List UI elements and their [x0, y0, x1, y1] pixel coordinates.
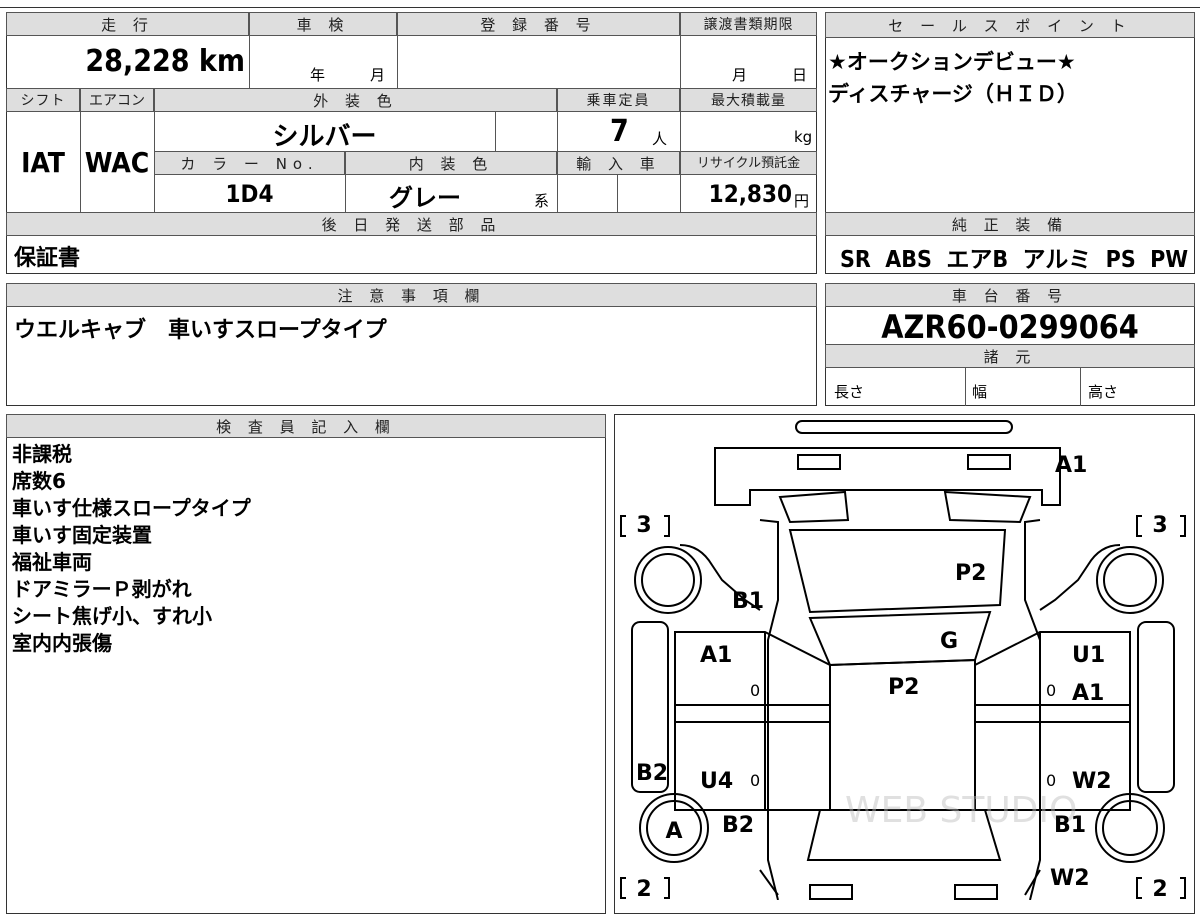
color-no-value: 1D4 [225, 180, 274, 208]
tire-depth-rl: 2 [636, 877, 651, 900]
mark-front-right-door-2: A1 [1072, 681, 1104, 706]
shift-header: シフト [6, 88, 80, 112]
aircon-value: WAC [84, 146, 150, 179]
body-outline [759, 519, 779, 900]
chassis-number: AZR60-0299064 [881, 308, 1139, 346]
tire-front-right [1096, 546, 1164, 614]
max-load-header: 最大積載量 [680, 88, 817, 112]
zero-mark: 0 [1046, 681, 1056, 700]
capacity-unit: 人 [652, 130, 668, 148]
zero-mark: 0 [750, 771, 760, 790]
mark-hood-right: P2 [955, 561, 986, 586]
watermark: WEB STUDIO [845, 790, 1077, 831]
interior-color-value: グレー [389, 184, 461, 212]
mark-rear-right-door: W2 [1072, 769, 1112, 794]
inspector-line: 福祉車両 [12, 550, 92, 574]
mark-hood-left: B1 [732, 589, 764, 614]
sales-point-line-2: ディスチャージ（ＨＩＤ） [828, 82, 1078, 106]
mileage-value: 28,228 km [85, 44, 245, 79]
inspector-line: ドアミラーＰ剥がれ [12, 577, 192, 601]
tire-depth-fl: 3 [636, 513, 651, 538]
inspector-line: 車いす固定装置 [12, 523, 152, 547]
spec-header: 諸 元 [825, 344, 1195, 368]
transfer-month-unit: 月 [732, 66, 748, 84]
mark-front-bumper: A1 [1055, 453, 1087, 478]
inspector-line: シート焦げ小、すれ小 [12, 604, 212, 628]
mark-roof: P2 [888, 675, 919, 700]
recycle-fee-value: 12,830 [708, 180, 792, 208]
zero-mark: 0 [750, 681, 760, 700]
mark-rear-left-panel: B2 [636, 761, 668, 786]
spec-length: 長さ [834, 383, 865, 401]
spec-height: 高さ [1088, 383, 1119, 401]
exterior-color-value: シルバー [272, 122, 377, 152]
recycle-fee-header: リサイクル預託金 [680, 151, 817, 175]
aircon-header: エアコン [80, 88, 154, 112]
tire-depth-fr: 3 [1152, 513, 1167, 538]
mark-rear-left-fender: B2 [722, 813, 754, 838]
inspector-lines: 非課税 席数6 車いす仕様スロープタイプ 車いす固定装置 福祉車両 ドアミラーＰ… [12, 441, 251, 657]
mark-rear-right-fender: B1 [1054, 813, 1086, 838]
recycle-fee-unit: 円 [794, 192, 810, 210]
transfer-deadline-header: 譲渡書類期限 [680, 12, 817, 36]
import-header: 輸 入 車 [557, 151, 680, 175]
inspection-header: 車 検 [249, 12, 397, 36]
chassis-header: 車 台 番 号 [825, 283, 1195, 307]
top-strip [0, 0, 1200, 8]
interior-color-header: 内 装 色 [345, 151, 557, 175]
equipment-header: 純 正 装 備 [825, 212, 1195, 236]
shift-value: IAT [21, 146, 65, 179]
mileage-header: 走 行 [6, 12, 249, 36]
equipment-items: SR ABS エアB アルミ PS PW [840, 247, 1189, 273]
later-parts-value: 保証書 [14, 246, 81, 271]
inspector-line: 室内内張傷 [12, 631, 112, 655]
spec-width: 幅 [972, 383, 988, 401]
exterior-color-header: 外 装 色 [154, 88, 557, 112]
mark-rear-left-door: U4 [700, 769, 733, 794]
inspection-year-unit: 年 [310, 66, 326, 84]
windshield-outline [808, 610, 992, 667]
mark-rear-left-tire: A [665, 819, 682, 844]
inspector-line: 席数6 [12, 469, 66, 493]
capacity-header: 乗車定員 [557, 88, 680, 112]
transfer-day-unit: 日 [792, 66, 808, 84]
inspector-line: 非課税 [12, 442, 72, 466]
sales-points-header: セ ー ル ス ポ イ ン ト [825, 12, 1195, 38]
notes-text: ウエルキャブ 車いすスロープタイプ [14, 318, 387, 343]
mark-rear-right-quarter: W2 [1050, 866, 1090, 891]
front-antenna-outline [795, 420, 1013, 434]
tire-front-left [634, 546, 702, 614]
inspector-header: 検 査 員 記 入 欄 [6, 414, 606, 438]
later-parts-header: 後 日 発 送 部 品 [6, 212, 817, 236]
sales-point-line-1: ★オークションデビュー★ [828, 50, 1076, 74]
max-load-unit: kg [794, 128, 813, 146]
registration-header: 登 録 番 号 [397, 12, 680, 36]
inspector-line: 車いす仕様スロープタイプ [12, 496, 251, 520]
mark-front-left-door: A1 [700, 643, 732, 668]
mark-windshield: G [940, 629, 958, 654]
inspection-month-unit: 月 [370, 66, 386, 84]
notes-header: 注 意 事 項 欄 [6, 283, 817, 307]
car-diagram: WEB STUDIO 3 3 2 2 A1 B1 P2 G P2 A1 U1 A… [620, 420, 1186, 900]
capacity-value: 7 [610, 114, 629, 149]
mark-front-right-door: U1 [1072, 643, 1105, 668]
interior-color-suffix: 系 [534, 192, 550, 210]
color-no-header: カ ラ ー No. [154, 151, 345, 175]
tire-depth-rr: 2 [1152, 877, 1167, 900]
zero-mark: 0 [1046, 771, 1056, 790]
